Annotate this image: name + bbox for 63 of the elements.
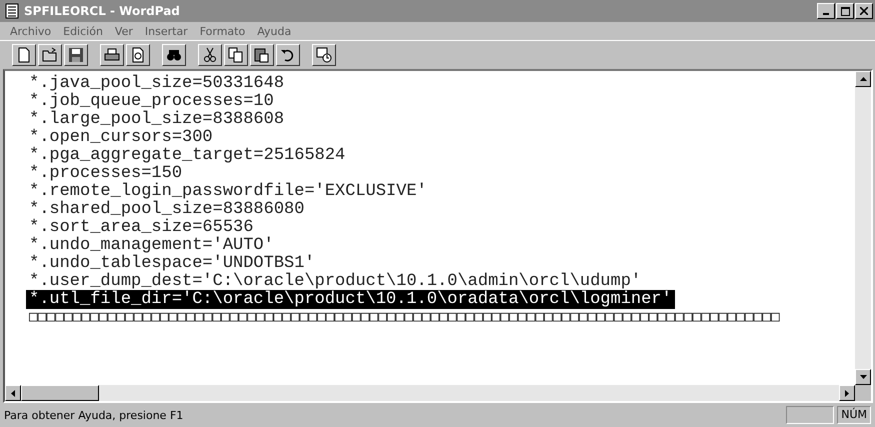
text-line: □□□□□□□□□□□□□□□□□□□□□□□□□□□□□□□□□□□□□□□□□□□□□□□□□□□□□□□□□□□□□□□□□□□□□□□□□□□□□□□□□□□□□□ (28, 309, 781, 325)
maximize-icon (840, 6, 850, 16)
paste-button[interactable] (250, 44, 274, 66)
status-message: Para obtener Ayuda, presione F1 (4, 408, 184, 422)
page-icon (16, 47, 32, 63)
datetime-button[interactable] (312, 44, 336, 66)
find-button[interactable] (162, 44, 186, 66)
text-line: *.large_pool_size=8388608 (28, 110, 286, 129)
menu-item[interactable]: Formato (200, 24, 246, 38)
maximize-button[interactable] (836, 3, 854, 19)
menu-item[interactable]: Insertar (144, 24, 188, 38)
text-line: *.shared_pool_size=83886080 (28, 200, 306, 219)
scroll-up-button[interactable] (855, 71, 871, 87)
close-icon (860, 7, 868, 15)
undo-button[interactable] (276, 44, 300, 66)
vertical-scrollbar[interactable] (855, 71, 871, 385)
text-line: *.processes=150 (28, 164, 182, 183)
scrollbar-corner (855, 385, 871, 401)
document-area[interactable] (5, 71, 855, 385)
text-line: *.java_pool_size=50331648 (28, 74, 286, 93)
scroll-right-button[interactable] (839, 385, 855, 401)
text-line: *.sort_area_size=65536 (28, 218, 254, 237)
menu-item[interactable]: Ver (114, 24, 133, 38)
undo-arrow-icon (280, 47, 296, 63)
clock-icon (316, 47, 332, 63)
horizontal-scrollbar[interactable] (5, 385, 871, 401)
window-title: SPFILEORCL - WordPad (24, 4, 180, 18)
copy-button[interactable] (224, 44, 248, 66)
save-button[interactable] (64, 44, 88, 66)
printer-icon (104, 47, 120, 63)
text-line: *.pga_aggregate_target=25165824 (28, 146, 346, 165)
num-lock-indicator: NÚM (837, 406, 871, 424)
magnifier-page-icon (130, 47, 146, 63)
up-arrow-icon (860, 77, 866, 81)
text-line: *.job_queue_processes=10 (28, 92, 274, 111)
binoculars-icon (166, 47, 182, 63)
scroll-left-button[interactable] (5, 385, 21, 401)
status-pane (786, 406, 834, 424)
left-arrow-icon (11, 390, 15, 396)
minimize-button[interactable] (817, 3, 835, 19)
scroll-thumb[interactable] (21, 385, 99, 401)
menu-item[interactable]: Archivo (10, 24, 52, 38)
close-button[interactable] (855, 3, 873, 19)
pages-icon (228, 47, 244, 63)
cut-button[interactable] (198, 44, 222, 66)
new-button[interactable] (12, 44, 36, 66)
print-button[interactable] (100, 44, 124, 66)
folder-icon (42, 47, 58, 63)
preview-button[interactable] (126, 44, 150, 66)
menu-item[interactable]: Edición (63, 24, 103, 38)
text-line: *.user_dump_dest='C:\oracle\product\10.1.0\admin\orcl\udump' (28, 272, 642, 291)
menu-item[interactable]: Ayuda (257, 24, 292, 38)
clipboard-icon (254, 47, 270, 63)
document-icon (4, 3, 20, 19)
text-line: *.undo_management='AUTO' (28, 236, 274, 255)
open-button[interactable] (38, 44, 62, 66)
text-line: *.remote_login_passwordfile='EXCLUSIVE' (28, 182, 428, 201)
right-arrow-icon (845, 390, 849, 396)
scroll-down-button[interactable] (855, 369, 871, 385)
down-arrow-icon (860, 375, 866, 379)
text-line: *.undo_tablespace='UNDOTBS1' (28, 254, 315, 273)
text-line: *.open_cursors=300 (28, 128, 213, 147)
scissors-icon (202, 47, 218, 63)
